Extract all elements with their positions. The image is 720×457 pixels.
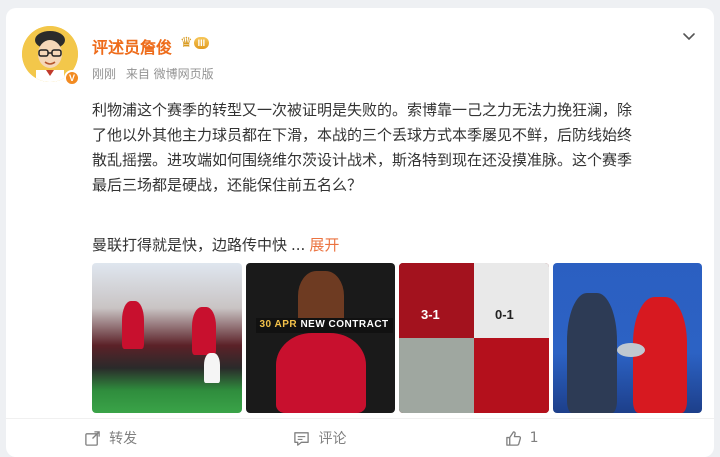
action-bar: 转发 评论 1 (6, 418, 714, 457)
vip-badge[interactable]: ♛ III (180, 34, 210, 52)
truncated-text: 曼联打得就是快，边路传中快 (92, 236, 288, 254)
repost-button[interactable]: 转发 (6, 428, 215, 448)
post-source: 来自 微博网页版 (125, 67, 214, 81)
verified-badge-icon: V (64, 70, 80, 86)
post-time[interactable]: 刚刚 (92, 67, 116, 81)
crown-icon: ♛ (180, 35, 193, 51)
scoreline-collage[interactable]: 3-1 0-1 (399, 263, 549, 413)
comment-icon (294, 431, 310, 446)
score-right: 0-1 (495, 307, 514, 322)
draw-ceremony-photo[interactable] (552, 263, 702, 413)
vip-level: III (193, 37, 210, 49)
new-contract-photo[interactable]: 30 APR NEW CONTRACT (245, 263, 395, 413)
repost-icon (85, 430, 100, 446)
post-body: 利物浦这个赛季的转型又一次被证明是失败的。索博靠一己之力无法力挽狂澜，除 了他以… (92, 101, 633, 194)
post-body-truncated: 曼联打得就是快，边路传中快... 展开 (92, 234, 339, 255)
author-name[interactable]: 评述员詹俊 (92, 34, 172, 58)
chevron-down-icon[interactable] (682, 30, 696, 44)
contract-banner: 30 APR NEW CONTRACT (255, 318, 393, 333)
like-count: 1 (529, 430, 539, 446)
score-left: 3-1 (421, 307, 440, 322)
weibo-post-card: V 评述员詹俊 ♛ III 刚刚 来自 微博网页版 利物浦这个赛季的转型又一次被… (6, 8, 714, 457)
post-meta: 刚刚 来自 微博网页版 (92, 65, 220, 82)
ellipsis: ... (291, 236, 306, 254)
thumbs-up-icon (505, 430, 521, 446)
contract-text: NEW CONTRACT (300, 319, 389, 330)
repost-label: 转发 (109, 431, 138, 447)
comment-button[interactable]: 评论 (215, 428, 424, 448)
like-button[interactable]: 1 (425, 430, 714, 447)
expand-link[interactable]: 展开 (309, 236, 339, 254)
image-gallery: 30 APR NEW CONTRACT 3-1 0-1 (92, 263, 702, 413)
celebration-photo[interactable] (92, 263, 242, 413)
contract-date: 30 APR (259, 319, 298, 330)
comment-label: 评论 (318, 431, 347, 447)
